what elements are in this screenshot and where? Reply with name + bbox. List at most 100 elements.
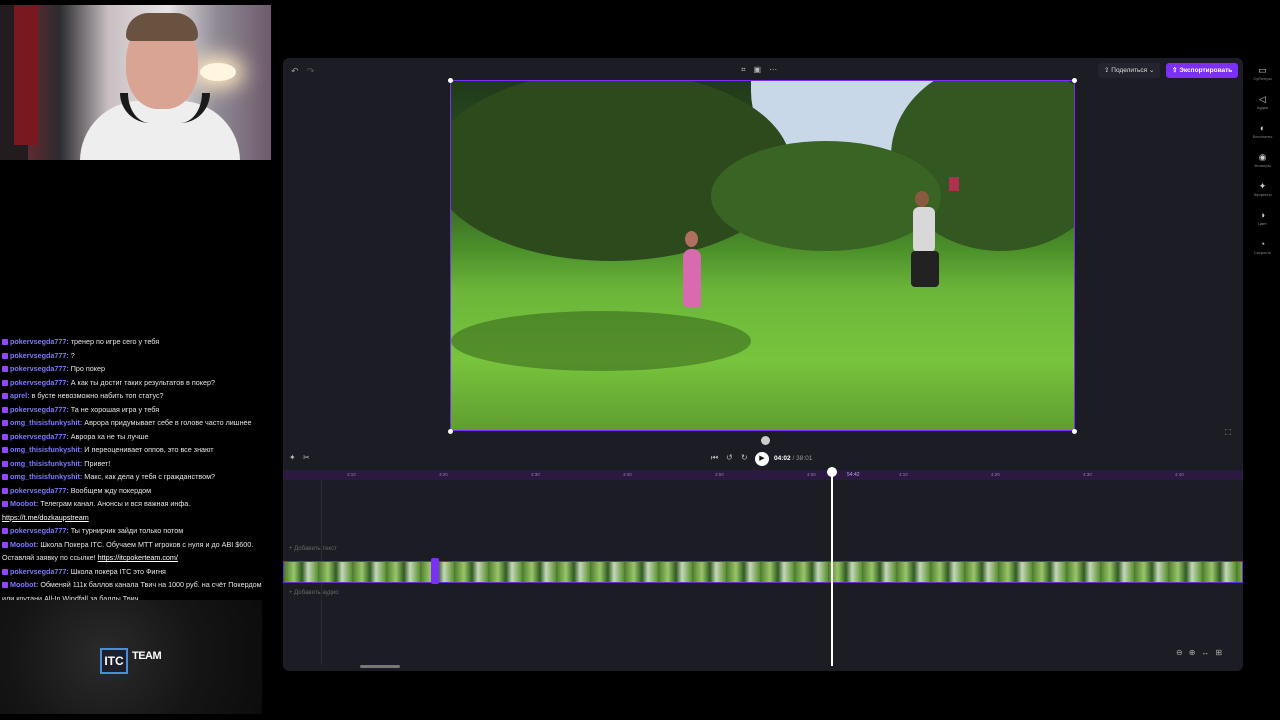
golfer-man-legs [911,251,939,287]
chat-text: Привет! [84,458,111,468]
chat-username[interactable]: pokervsegda777: [10,486,69,495]
badge-icon [2,487,8,494]
resize-handle-br[interactable] [1072,429,1077,434]
sidebar-item[interactable]: ✦ Эффекты [1245,180,1280,198]
resize-handle-tl[interactable] [448,78,453,83]
zoom-controls: ⊖ ⊕ ↔ ⊞ [1176,648,1222,657]
rewind-icon[interactable]: ↺ [726,453,733,462]
chat-username[interactable]: pokervsegda777: [10,405,69,414]
video-editor: ↶ ↷ ⌗ ▣ ⋯ ⇪ Поделиться ⌄ ⇧ Экспортироват… [283,58,1243,671]
playhead[interactable] [831,468,833,666]
chat-text: А как ты достиг таких результатов в поке… [70,377,215,387]
badge-icon [2,460,8,467]
chat-username[interactable]: pokervsegda777: [10,378,69,387]
chat-message: pokervsegda777: А как ты достиг таких ре… [0,376,266,390]
badge-icon [2,433,8,440]
resize-handle-tr[interactable] [1072,78,1077,83]
zoom-in-icon[interactable]: ⊕ [1189,648,1196,657]
chat-username[interactable]: aprel: [10,391,30,400]
chat-username[interactable]: omg_thisisfunkyshit: [10,445,82,454]
sidebar-item[interactable]: ▭ Субтитры [1245,64,1280,82]
video-preview[interactable] [450,80,1075,431]
chat-message: pokervsegda777: Та не хорошая игра у теб… [0,403,266,417]
add-text-track[interactable]: + Добавить текст [289,546,337,552]
badge-icon [2,582,8,589]
screen: pokervsegda777: тренер по игре сего у те… [0,0,1280,720]
sidebar-item[interactable]: ◑ Цвет [1245,209,1280,227]
badge-icon [2,339,8,346]
ruler-tick: 3:30 [531,472,540,477]
sidebar-item[interactable]: ◐ Бесплатно [1245,122,1280,140]
magic-icon[interactable]: ✦ [289,453,296,462]
badge-icon [2,393,8,400]
export-button[interactable]: ⇧ Экспортировать [1166,63,1239,78]
badge-icon [2,379,8,386]
badge-icon [2,501,8,508]
badge-icon [2,474,8,481]
share-label: Поделиться [1111,67,1148,74]
chat-username[interactable]: pokervsegda777: [10,364,69,373]
video-track-clip[interactable] [283,561,1243,583]
chat-link[interactable]: https://t.me/dozkaupstream [2,513,89,522]
badge-icon [2,352,8,359]
chat-link[interactable]: https://itcpokerteam.com/ [98,553,178,562]
timeline-ruler[interactable]: 3:10 3:20 3:30 3:40 3:50 4:00 4:10 4:20 4:30 4:40 [283,470,1243,480]
chat-message: omg_thisisfunkyshit: Макс, как дела у те… [0,470,266,484]
chat-text: Про покер [70,364,106,373]
channel-logo-area: ITC TEAM [0,600,262,714]
ruler-tick: 3:10 [347,472,356,477]
forward-icon[interactable]: ↻ [741,453,748,462]
chat-username[interactable]: pokervsegda777: [10,337,69,346]
sidebar-item-label: Фильтры [1254,163,1271,168]
crop-icon[interactable]: ⌗ [741,65,746,75]
chat-username[interactable]: Moobot: [10,580,38,589]
chat-panel: pokervsegda777: тренер по игре сего у те… [0,335,266,600]
layout-icon[interactable]: ▣ [754,65,762,75]
chat-username[interactable]: Moobot: [10,540,38,549]
sidebar-item[interactable]: ◔ Скорость [1245,238,1280,256]
chat-message: pokervsegda777: Вообщем жду покердом [0,484,266,498]
chat-username[interactable]: Moobot: [10,499,38,508]
chat-message: pokervsegda777: Ты турнирчик зайди тольк… [0,524,266,538]
sidebar-item-label: Эффекты [1253,192,1272,197]
chat-text: Ты турнирчик зайди только потом [70,526,184,535]
redo-icon[interactable]: ↷ [307,66,315,77]
chat-username[interactable]: pokervsegda777: [10,351,69,360]
play-icon: ▶ [759,455,765,462]
badge-icon [2,420,8,427]
chat-message: Moobot: Обменяй 111к баллов канала Твич … [0,578,266,600]
expand-icon[interactable]: ⊞ [1215,648,1222,657]
skip-back-icon[interactable]: ⏮ [711,453,718,463]
undo-icon[interactable]: ↶ [291,66,299,77]
chat-message: aprel: в бусте невозможно набить топ ста… [0,389,266,403]
editor-sidebar: ▭ Субтитры ◁ Аудио ◐ Бесплатно ◉ Фильтры ✦ Эффект… [1245,58,1280,268]
resize-handle-bl[interactable] [448,429,453,434]
play-button[interactable]: ▶ [755,452,769,466]
chat-message: omg_thisisfunkyshit: И переоценивает опп… [0,443,266,457]
timeline-scrollbar[interactable] [360,665,400,668]
chat-username[interactable]: omg_thisisfunkyshit: [10,472,82,481]
fit-icon[interactable]: ↔ [1201,648,1209,657]
ruler-tick: 3:20 [439,472,448,477]
total-time: / 38:01 [792,455,813,462]
chevron-down-icon: ⌄ [1147,67,1155,74]
sidebar-item[interactable]: ◁ Аудио [1245,93,1280,111]
more-icon[interactable]: ⋯ [769,65,777,75]
fullscreen-icon[interactable]: ⛶ [1225,428,1231,438]
rotate-icon[interactable] [761,436,770,445]
clip-trim-handle[interactable] [431,558,439,584]
chat-username[interactable]: omg_thisisfunkyshit: [10,459,82,468]
chat-username[interactable]: pokervsegda777: [10,526,69,535]
sidebar-item[interactable]: ◉ Фильтры [1245,151,1280,169]
chat-username[interactable]: pokervsegda777: [10,432,69,441]
zoom-out-icon[interactable]: ⊖ [1176,648,1183,657]
cc-icon: ▭ [1258,65,1267,75]
badge-icon [2,366,8,373]
add-audio-track[interactable]: + Добавить аудио [289,590,339,596]
split-icon[interactable]: ✂ [303,453,310,462]
chat-username[interactable]: pokervsegda777: [10,567,69,576]
chat-username[interactable]: omg_thisisfunkyshit: [10,418,82,427]
export-label: Экспортировать [1179,67,1233,74]
chat-text: Та не хорошая игра у тебя [70,404,160,414]
share-button[interactable]: ⇪ Поделиться ⌄ [1098,63,1161,78]
